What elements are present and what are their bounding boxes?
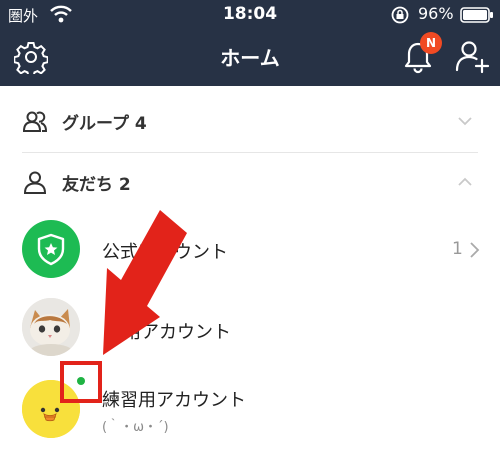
list-item-friend[interactable]: 用アカウント	[0, 290, 500, 366]
top-bar: 圏外 18:04 96% ホーム N	[0, 0, 500, 86]
friends-label: 友だち 2	[62, 175, 131, 195]
chevron-up-icon	[458, 177, 472, 186]
groups-label: グループ 4	[62, 114, 147, 134]
battery-percent: 96%	[418, 4, 454, 23]
group-icon	[22, 111, 48, 132]
groups-section-header[interactable]: グループ 4	[0, 90, 500, 152]
rotation-lock-icon	[391, 6, 409, 24]
shield-star-icon	[37, 233, 65, 266]
avatar	[22, 298, 80, 356]
annotation-highlight-box	[60, 361, 102, 403]
nav-bar: ホーム N	[0, 28, 500, 86]
battery-icon	[460, 7, 493, 23]
status-message: (｀・ω・´)	[102, 420, 169, 435]
list-item-official-account[interactable]: 公式アカウント 1	[0, 212, 500, 288]
kitten-photo	[22, 298, 80, 356]
chevron-right-icon	[470, 242, 480, 258]
status-bar: 圏外 18:04 96%	[0, 0, 500, 28]
list-item-name: 用アカウント	[123, 322, 231, 343]
notification-badge: N	[420, 32, 442, 54]
friends-section-header[interactable]: 友だち 2	[0, 151, 500, 213]
person-icon	[23, 171, 47, 194]
add-friend-icon[interactable]	[454, 38, 490, 74]
list-item-name: 公式アカウント	[102, 242, 228, 263]
list-item-name: 練習用アカウント	[102, 390, 246, 411]
list-item-count: 1	[452, 239, 463, 259]
chevron-down-icon	[458, 117, 472, 126]
official-account-avatar	[22, 220, 80, 278]
